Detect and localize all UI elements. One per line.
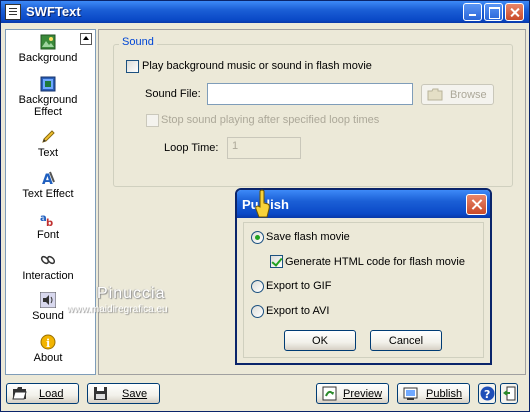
stop-sound-label: Stop sound playing after specified loop …: [161, 114, 380, 126]
generate-html-checkbox[interactable]: [270, 255, 283, 268]
svg-text:i: i: [46, 337, 50, 350]
speaker-icon: [40, 292, 56, 308]
sound-group-title: Sound: [119, 36, 157, 48]
save-button[interactable]: Save: [87, 383, 160, 404]
bottom-toolbar: Load Save Preview Publish ?: [1, 379, 529, 411]
folder-icon: [427, 88, 443, 101]
window-title: SWFText: [26, 4, 81, 19]
preview-button[interactable]: Preview: [316, 383, 389, 404]
publish-icon: [403, 387, 418, 400]
title-bar[interactable]: SWFText: [1, 1, 529, 23]
dialog-title-bar[interactable]: Publish: [237, 190, 490, 218]
svg-text:?: ?: [484, 388, 490, 401]
ok-button[interactable]: OK: [284, 330, 356, 351]
background-effect-icon: [40, 76, 56, 92]
sidebar-item-label: Text: [37, 147, 59, 159]
sidebar-item-label: Background: [18, 52, 78, 64]
svg-text:b: b: [46, 218, 53, 227]
export-avi-label: Export to AVI: [266, 305, 330, 317]
publish-label: Publish: [426, 388, 463, 400]
font-icon: ab: [40, 213, 53, 227]
sidebar-item-label: Font: [36, 229, 59, 241]
app-icon: [5, 4, 21, 20]
sidebar-item-label: About: [33, 352, 63, 364]
sound-file-input[interactable]: [207, 83, 413, 105]
sidebar-item-background-effect[interactable]: Background Effect: [6, 76, 90, 118]
preview-label: Preview: [343, 388, 383, 400]
export-gif-radio[interactable]: [251, 280, 264, 293]
sidebar-item-label: Text Effect: [22, 188, 74, 200]
exit-door-icon: [503, 386, 516, 401]
play-music-label: Play background music or sound in flash …: [142, 60, 372, 72]
text-effect-icon: A: [42, 171, 55, 186]
sidebar-item-about[interactable]: i About: [6, 334, 90, 364]
info-icon: i: [40, 334, 56, 350]
pencil-icon: [42, 130, 55, 143]
interaction-icon: [40, 255, 56, 265]
browse-button[interactable]: Browse: [421, 84, 494, 105]
sidebar: Background Background Effect Text A Text…: [5, 29, 96, 375]
loop-time-input[interactable]: 1: [227, 137, 301, 159]
save-label: Save: [122, 388, 148, 400]
sidebar-item-label: Interaction: [22, 270, 74, 282]
play-music-checkbox[interactable]: [126, 60, 139, 73]
dialog-close-button[interactable]: [466, 194, 487, 215]
cancel-button[interactable]: Cancel: [370, 330, 442, 351]
watermark-url: www.maidiregrafica.eu: [67, 304, 168, 315]
hand-cursor-icon: [255, 189, 270, 218]
browse-label: Browse: [450, 89, 487, 101]
sidebar-item-background[interactable]: Background: [6, 34, 90, 64]
floppy-disk-icon: [94, 387, 107, 400]
load-button[interactable]: Load: [6, 383, 79, 404]
folder-open-icon: [12, 387, 27, 400]
sidebar-item-interaction[interactable]: Interaction: [6, 252, 90, 282]
help-icon: ?: [480, 386, 495, 401]
close-button[interactable]: [505, 3, 524, 21]
publish-dialog: Publish Save flash movie Generate HTML c…: [235, 188, 492, 365]
sidebar-item-text-effect[interactable]: A Text Effect: [6, 170, 90, 200]
save-flash-label: Save flash movie: [266, 231, 350, 243]
help-button[interactable]: ?: [478, 383, 496, 404]
swftext-window: SWFText Background Background Effect Tex…: [0, 0, 530, 412]
stop-sound-checkbox[interactable]: [146, 114, 159, 127]
maximize-button[interactable]: [484, 3, 503, 21]
sidebar-item-label: Background Effect: [18, 94, 78, 118]
export-avi-radio[interactable]: [251, 305, 264, 318]
preview-icon: [322, 386, 337, 401]
background-icon: [40, 34, 56, 50]
publish-button[interactable]: Publish: [397, 383, 470, 404]
sidebar-item-text[interactable]: Text: [6, 129, 90, 159]
export-gif-label: Export to GIF: [266, 280, 332, 292]
sound-file-label: Sound File:: [145, 88, 201, 100]
load-label: Load: [39, 388, 64, 400]
watermark-name: Pinuccia: [97, 285, 166, 302]
minimize-button[interactable]: [463, 3, 482, 21]
loop-time-label: Loop Time:: [164, 142, 219, 154]
sidebar-item-font[interactable]: ab Font: [6, 211, 90, 241]
save-flash-radio[interactable]: [251, 231, 264, 244]
generate-html-label: Generate HTML code for flash movie: [285, 256, 465, 268]
exit-button[interactable]: [500, 383, 518, 404]
